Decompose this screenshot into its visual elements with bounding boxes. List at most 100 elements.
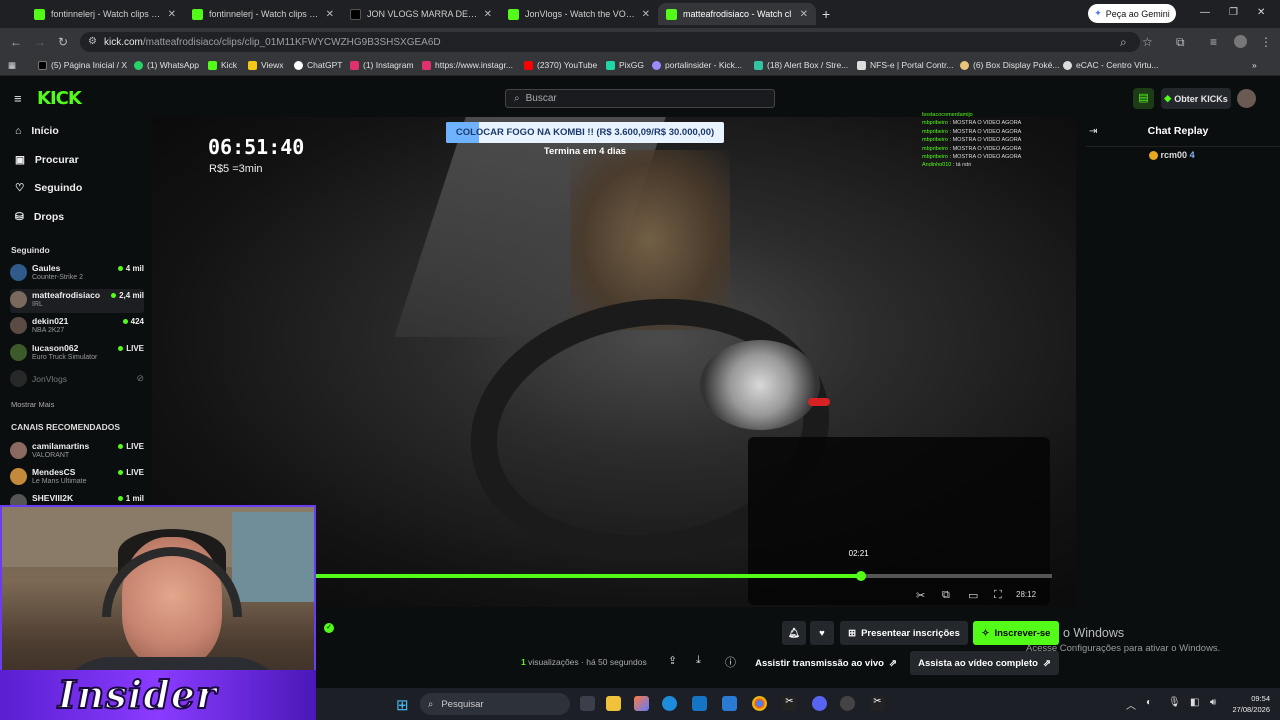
media-icon[interactable]: ≡: [1210, 35, 1217, 49]
new-tab-icon[interactable]: +: [822, 6, 830, 22]
follow-button[interactable]: ♥: [810, 621, 834, 645]
search-input[interactable]: ⌕ Buscar: [505, 89, 775, 108]
back-icon[interactable]: ←: [10, 35, 22, 49]
channel-item[interactable]: lucason062 Euro Truck Simulator LIVE: [10, 342, 144, 366]
kick-logo[interactable]: KICK: [37, 88, 82, 109]
bell-icon: 🔔︎: [787, 627, 801, 639]
channel-item-active[interactable]: matteafrodisiaco IRL 2,4 mil: [10, 289, 144, 313]
bookmark-item[interactable]: PixGG: [606, 60, 644, 70]
apps-icon[interactable]: ▦: [8, 60, 16, 71]
get-kicks-button[interactable]: ◆ Obter KICKs: [1161, 88, 1231, 109]
seek-bar[interactable]: [316, 574, 1052, 578]
close-tab-icon[interactable]: ✕: [642, 9, 650, 20]
nav-home[interactable]: ⌂ Início: [15, 125, 59, 137]
subscribe-button[interactable]: ✧ Inscrever-se: [973, 621, 1059, 645]
browser-tab-active[interactable]: matteafrodisiaco - Watch cl ✕: [658, 3, 816, 25]
store-icon[interactable]: [692, 696, 707, 711]
notifications-button[interactable]: 🔔︎: [782, 621, 806, 645]
browser-tab[interactable]: JON VLOGS MARRA DE NEYMA✕: [342, 3, 500, 25]
nav-following[interactable]: ♡ Seguindo: [15, 182, 82, 194]
nav-browse[interactable]: ▣ Procurar: [15, 154, 79, 166]
bookmark-item[interactable]: eCAC - Centro Virtu...: [1063, 60, 1159, 70]
close-tab-icon[interactable]: ✕: [800, 9, 808, 20]
user-avatar[interactable]: [1237, 89, 1256, 108]
bookmark-item[interactable]: (1) Instagram: [350, 60, 414, 70]
menu-icon[interactable]: ⋮: [1260, 35, 1272, 49]
gemini-button[interactable]: ✦ Peça ao Gemini: [1088, 4, 1176, 23]
overlay-chat-line: bostacocomerdamijo: [922, 112, 973, 118]
bookmark-item[interactable]: (18) Alert Box / Stre...: [754, 60, 848, 70]
show-more-link[interactable]: Mostrar Mais: [11, 400, 54, 409]
download-icon[interactable]: ⤓: [696, 654, 701, 667]
tray-chevron-icon[interactable]: ︿: [1126, 697, 1136, 712]
outlook-icon[interactable]: [722, 696, 737, 711]
discord-icon[interactable]: [812, 696, 827, 711]
info-icon[interactable]: ⓘ: [725, 654, 736, 670]
close-tab-icon[interactable]: ✕: [168, 9, 176, 20]
browser-tab[interactable]: JonVlogs - Watch the VOD on K✕: [500, 3, 658, 25]
fullscreen-icon[interactable]: ⛶: [994, 589, 1002, 602]
bookmark-item[interactable]: NFS-e | Portal Contr...: [857, 60, 953, 70]
more-bookmarks-icon[interactable]: »: [1252, 60, 1257, 70]
windows-start-icon[interactable]: ⊞: [396, 696, 409, 714]
channel-item[interactable]: dekin021 NBA 2K27 424: [10, 315, 144, 339]
channel-item[interactable]: MendesCS Le Mans Ultimate LIVE: [10, 466, 144, 490]
duration-label: 2‌8:12: [1016, 590, 1037, 599]
browser-tab[interactable]: fontinnelerj - Watch clips on Ki ✕: [184, 3, 342, 25]
capcut-icon[interactable]: ✂: [782, 696, 797, 711]
bookmark-item[interactable]: ChatGPT: [294, 60, 342, 70]
microphone-icon[interactable]: 🎙︎: [1168, 697, 1181, 708]
bookmark-item[interactable]: portalinsider - Kick...: [652, 60, 742, 70]
channel-item-offline[interactable]: JonVlogs ⊘: [10, 368, 144, 392]
reload-icon[interactable]: ↻: [58, 35, 68, 49]
clip-meta: 1 visualizações · há 50 segundos: [521, 657, 647, 667]
close-window-icon[interactable]: ✕: [1257, 7, 1265, 18]
tray-app-icon[interactable]: ◐: [1146, 697, 1152, 708]
site-info-icon[interactable]: ⚙: [88, 36, 97, 47]
bookmark-item[interactable]: (5) Página Inicial / X: [38, 60, 127, 70]
seek-handle[interactable]: [855, 571, 866, 581]
chat-replay-title: Chat Replay: [1147, 125, 1209, 137]
channel-item[interactable]: Gaules Counter-Strike 24 mil: [10, 262, 144, 286]
close-tab-icon[interactable]: ✕: [484, 9, 492, 20]
chrome-icon[interactable]: [752, 696, 767, 711]
extensions-icon[interactable]: ⧉: [1176, 35, 1185, 50]
bookmark-item[interactable]: (2370) YouTube: [524, 60, 597, 70]
volume-icon[interactable]: 🔊︎: [1210, 697, 1216, 708]
watch-live-button[interactable]: Assistir transmissão ao vivo ⇗: [748, 651, 904, 675]
avatar: [10, 291, 27, 308]
obs-icon[interactable]: [840, 696, 855, 711]
theater-mode-icon[interactable]: ▭: [968, 589, 978, 602]
bookmark-item[interactable]: Kick: [208, 60, 237, 70]
share-icon[interactable]: ⇪: [668, 654, 677, 667]
capcut-icon[interactable]: ✂: [870, 696, 885, 711]
copilot-icon[interactable]: [634, 696, 649, 711]
forward-icon[interactable]: →: [34, 35, 46, 49]
watch-full-video-button[interactable]: Assista ao vídeo completo ⇗: [910, 651, 1059, 675]
minimize-icon[interactable]: —: [1200, 7, 1210, 18]
close-tab-icon[interactable]: ✕: [326, 9, 334, 20]
profile-avatar[interactable]: [1234, 35, 1247, 48]
channel-item[interactable]: camilamartins VALORANT LIVE: [10, 440, 144, 464]
network-icon[interactable]: ◧: [1190, 697, 1199, 708]
bookmark-item[interactable]: Viewx: [248, 60, 284, 70]
nav-drops[interactable]: ⛁ Drops: [15, 211, 64, 223]
dashboard-icon[interactable]: ▤: [1133, 88, 1154, 109]
bookmark-item[interactable]: (6) Box Display Poké...: [960, 60, 1059, 70]
clip-icon[interactable]: ✂: [916, 589, 925, 602]
hamburger-menu-icon[interactable]: ≡: [14, 91, 22, 106]
zoom-icon[interactable]: ⌕: [1120, 35, 1127, 50]
gift-subs-button[interactable]: ⊞ Presentear inscrições: [840, 621, 968, 645]
edge-icon[interactable]: [662, 696, 677, 711]
taskbar-clock[interactable]: 09:54 27/08/2026: [1222, 693, 1270, 715]
bookmark-item[interactable]: https://www.instagr...: [422, 60, 513, 70]
maximize-icon[interactable]: ❐: [1229, 7, 1238, 18]
file-explorer-icon[interactable]: [606, 696, 621, 711]
browser-tab[interactable]: fontinnelerj - Watch clips on Ki ✕: [26, 3, 184, 25]
address-bar[interactable]: kick.com/matteafrodisiaco/clips/clip_01M…: [80, 32, 1140, 52]
bookmark-item[interactable]: (1) WhatsApp: [134, 60, 199, 70]
pip-icon[interactable]: ⧉: [942, 589, 950, 602]
bookmark-star-icon[interactable]: ☆: [1142, 35, 1153, 49]
task-view-icon[interactable]: [580, 696, 595, 711]
taskbar-search[interactable]: ⌕ Pesquisar: [420, 693, 570, 715]
